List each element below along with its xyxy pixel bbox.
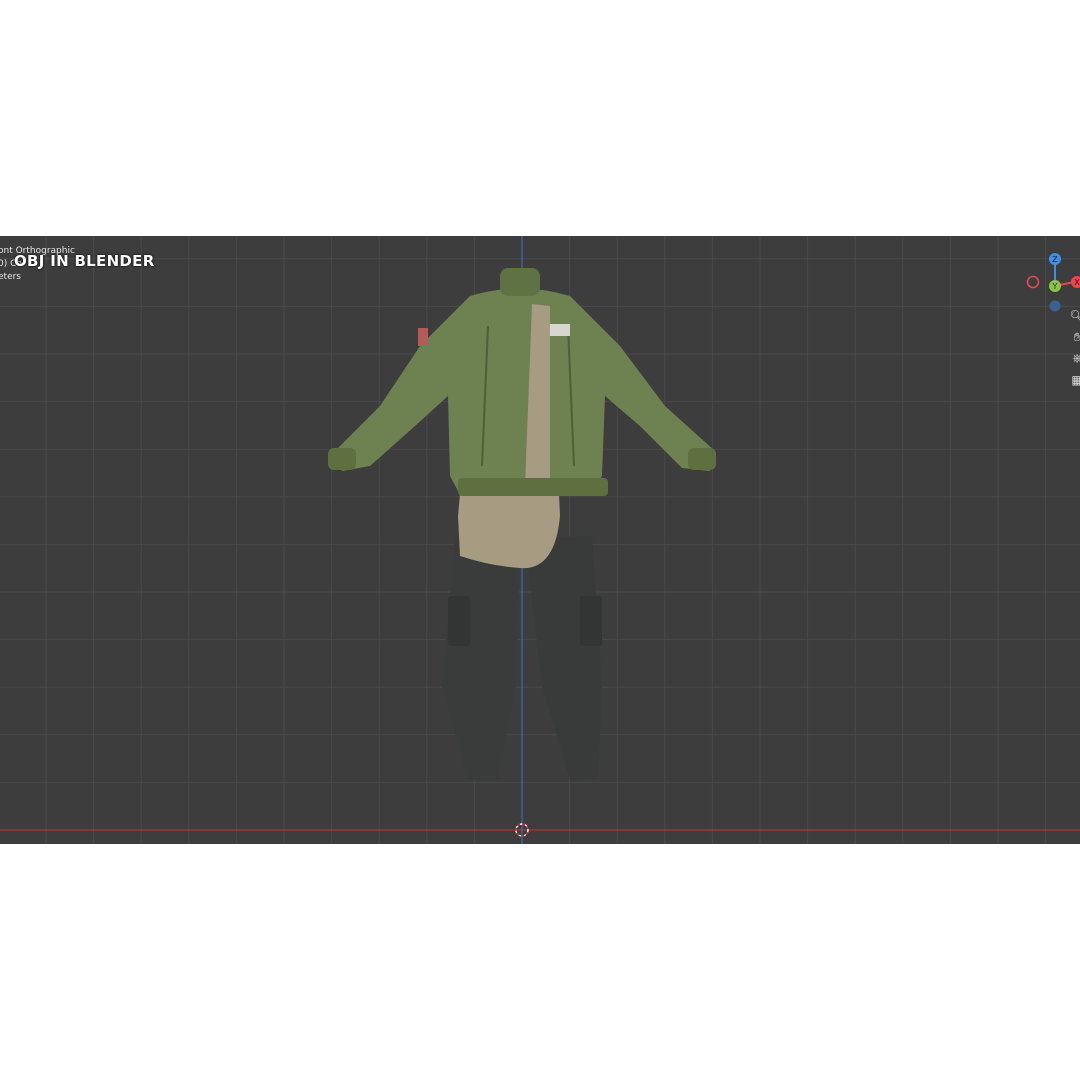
gizmo-z-label: Z	[1052, 255, 1058, 264]
clothing-model[interactable]: mpi	[320, 266, 740, 826]
pants	[442, 536, 602, 780]
3d-viewport[interactable]: ont Orthographic 0) Co eters OBJ IN BLEN…	[0, 236, 1080, 844]
pan-button[interactable]: ✋︎	[1068, 328, 1080, 346]
magnify-icon: 🔍︎	[1069, 309, 1080, 323]
3d-cursor[interactable]	[514, 822, 530, 838]
grid-icon: ▦	[1071, 373, 1080, 387]
gizmo-neg-x-axis[interactable]	[1026, 275, 1040, 289]
toggle-ortho-button[interactable]: ▦	[1068, 371, 1080, 389]
zoom-button[interactable]: 🔍︎	[1068, 307, 1080, 325]
jacket	[328, 268, 716, 496]
gizmo-neg-z-axis[interactable]	[1049, 300, 1061, 312]
gizmo-x-label: X	[1074, 278, 1080, 287]
gizmo-y-label: Y	[1052, 282, 1058, 291]
units-label: eters	[0, 272, 21, 282]
camera-icon: ⎈	[1072, 351, 1080, 365]
overlay-caption: OBJ IN BLENDER	[14, 252, 155, 270]
navigation-gizmo[interactable]: Z Y X	[1024, 244, 1080, 312]
hand-icon: ✋︎	[1073, 330, 1080, 344]
camera-view-button[interactable]: ⎈	[1068, 349, 1080, 367]
